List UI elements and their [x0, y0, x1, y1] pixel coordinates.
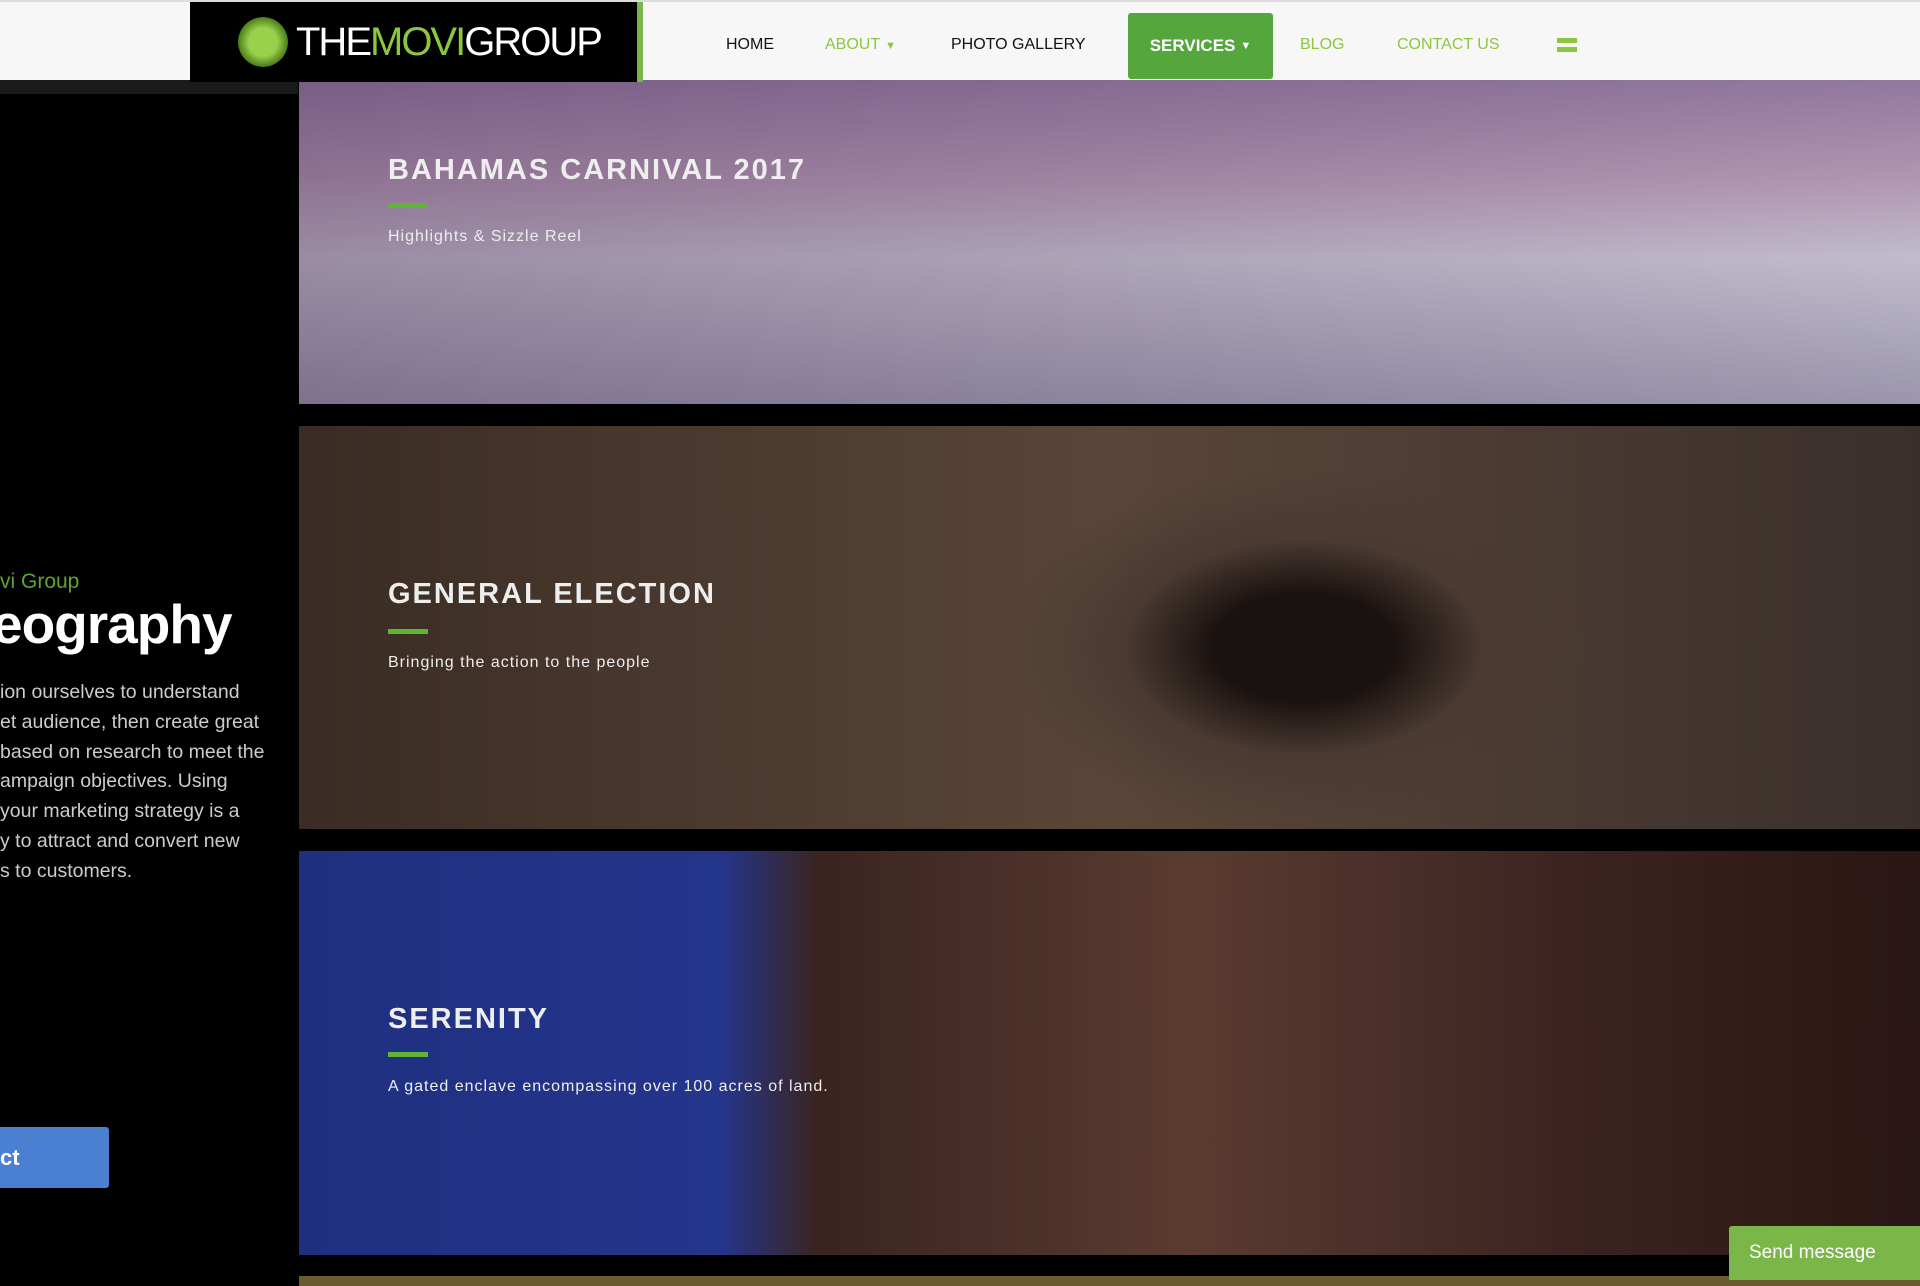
project-card[interactable]: SERENITY A gated enclave encompassing ov… [299, 851, 1920, 1255]
card-subtitle: Bringing the action to the people [388, 654, 651, 671]
card-title: SERENITY [388, 1003, 550, 1035]
nav-about-label: ABOUT [825, 36, 881, 53]
card-accent-bar [388, 203, 428, 208]
nav-about[interactable]: ABOUT ▼ [825, 36, 896, 54]
caret-down-icon: ▼ [1240, 40, 1252, 52]
project-card[interactable]: GENERAL ELECTION Bringing the action to … [299, 426, 1920, 829]
intro-paragraph: ion ourselves to understand et audience,… [0, 681, 265, 882]
card-title: BAHAMAS CARNIVAL 2017 [388, 154, 806, 186]
project-card[interactable] [299, 1276, 1920, 1286]
intro-heading: eography [0, 593, 233, 655]
nav-blog[interactable]: BLOG [1300, 36, 1344, 54]
nav-home[interactable]: HOME [726, 36, 774, 54]
card-accent-bar [388, 1052, 428, 1057]
card-subtitle: Highlights & Sizzle Reel [388, 228, 582, 245]
intro-eyebrow: vi Group [0, 570, 80, 593]
logo-mark-icon [238, 17, 288, 67]
nav-contact[interactable]: CONTACT US [1397, 36, 1500, 54]
card-title: GENERAL ELECTION [388, 578, 716, 610]
nav-photo-gallery[interactable]: PHOTO GALLERY [951, 36, 1086, 54]
caret-down-icon: ▼ [885, 40, 897, 52]
nav-services-label: SERVICES [1149, 36, 1236, 55]
logo-text: THEMOVIGROUP [296, 19, 603, 64]
nav-services[interactable]: SERVICES ▼ [1128, 13, 1273, 79]
send-message-button[interactable]: Send message [1729, 1226, 1920, 1280]
logo[interactable]: THEMOVIGROUP [190, 2, 637, 82]
intro-panel-strip [0, 80, 298, 94]
contact-button[interactable]: ct [0, 1127, 109, 1188]
card-accent-bar [388, 629, 428, 634]
project-card[interactable]: BAHAMAS CARNIVAL 2017 Highlights & Sizzl… [299, 80, 1920, 404]
card-subtitle: A gated enclave encompassing over 100 ac… [388, 1078, 829, 1095]
menu-icon[interactable] [1557, 38, 1577, 52]
logo-divider [637, 2, 643, 82]
site-header: THEMOVIGROUP HOME ABOUT ▼ PHOTO GALLERY S… [0, 0, 1920, 82]
